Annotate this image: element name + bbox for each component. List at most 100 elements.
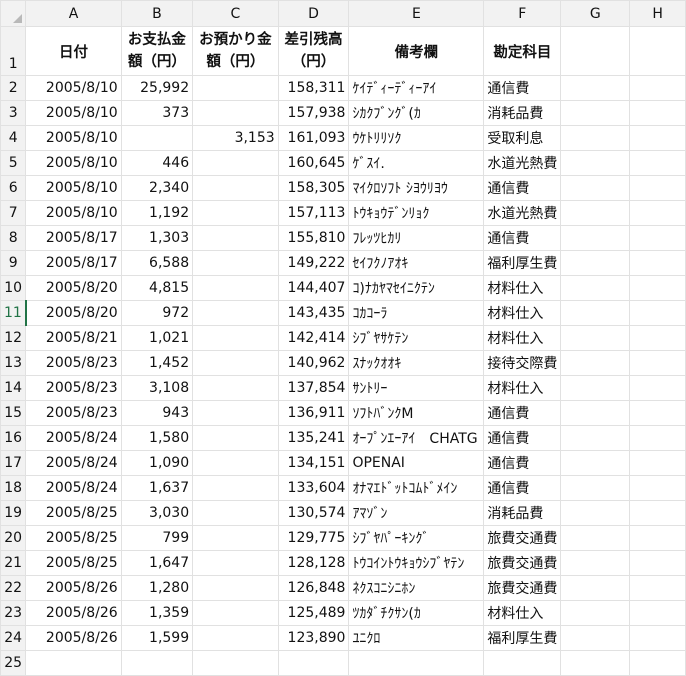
deposit-cell[interactable] <box>192 325 279 351</box>
cell[interactable] <box>560 100 631 126</box>
memo-cell[interactable]: ｻﾝﾄﾘｰ <box>348 375 485 401</box>
cell[interactable] <box>629 75 686 101</box>
cell[interactable] <box>629 400 686 426</box>
cell[interactable] <box>629 650 686 676</box>
cell[interactable] <box>629 325 686 351</box>
balance-cell[interactable]: 140,962 <box>277 350 350 376</box>
payment-cell[interactable]: 1,647 <box>120 550 194 576</box>
payment-cell[interactable]: 446 <box>120 150 194 176</box>
row-header[interactable]: 22 <box>0 575 27 601</box>
date-cell[interactable]: 2005/8/24 <box>25 425 122 451</box>
cell[interactable] <box>629 26 686 76</box>
memo-cell[interactable]: ﾄｳｺｲﾝﾄｳｷｮｳｼﾌﾞﾔﾃﾝ <box>348 550 485 576</box>
memo-cell[interactable]: ｿﾌﾄﾊﾞﾝｸM <box>348 400 485 426</box>
memo-cell[interactable]: ｺｶｺｰﾗ <box>348 300 485 326</box>
memo-cell[interactable]: ｺ)ﾅｶﾔﾏｾｲﾆｸﾃﾝ <box>348 275 485 301</box>
deposit-cell[interactable] <box>192 400 279 426</box>
cell[interactable] <box>560 400 631 426</box>
date-cell[interactable]: 2005/8/21 <box>25 325 122 351</box>
date-cell[interactable]: 2005/8/17 <box>25 225 122 251</box>
memo-cell[interactable]: ﾂｶﾀﾞﾁｸｻﾝ(ｶ <box>348 600 485 626</box>
date-cell[interactable]: 2005/8/10 <box>25 75 122 101</box>
cell[interactable] <box>629 375 686 401</box>
deposit-cell[interactable] <box>192 150 279 176</box>
cell[interactable] <box>629 150 686 176</box>
cell[interactable] <box>560 650 631 676</box>
account-cell[interactable]: 消耗品費 <box>483 100 562 126</box>
account-cell[interactable]: 水道光熱費 <box>483 200 562 226</box>
memo-cell[interactable]: ﾕﾆｸﾛ <box>348 625 485 651</box>
balance-cell[interactable]: 129,775 <box>277 525 350 551</box>
memo-cell[interactable]: ｼｶｸﾌﾞﾝｸﾞ(ｶ <box>348 100 485 126</box>
account-cell[interactable]: 水道光熱費 <box>483 150 562 176</box>
date-cell[interactable]: 2005/8/10 <box>25 125 122 151</box>
balance-cell[interactable]: 161,093 <box>277 125 350 151</box>
cell[interactable] <box>560 200 631 226</box>
row-header[interactable]: 10 <box>0 275 27 301</box>
balance-cell[interactable]: 158,311 <box>277 75 350 101</box>
column-header-b[interactable]: B <box>120 0 194 27</box>
header-balance[interactable]: 差引残高（円） <box>277 26 350 76</box>
account-cell[interactable]: 旅費交通費 <box>483 525 562 551</box>
cell[interactable] <box>629 425 686 451</box>
row-header[interactable]: 25 <box>0 650 27 676</box>
row-header[interactable]: 7 <box>0 200 27 226</box>
cell[interactable] <box>560 500 631 526</box>
row-header[interactable]: 5 <box>0 150 27 176</box>
cell[interactable] <box>629 450 686 476</box>
header-memo[interactable]: 備考欄 <box>348 26 485 76</box>
account-cell[interactable]: 材料仕入 <box>483 300 562 326</box>
cell[interactable] <box>629 550 686 576</box>
row-header[interactable]: 1 <box>0 26 27 76</box>
memo-cell[interactable]: ｱﾏｿﾞﾝ <box>348 500 485 526</box>
account-cell[interactable]: 通信費 <box>483 175 562 201</box>
deposit-cell[interactable] <box>192 100 279 126</box>
account-cell[interactable]: 通信費 <box>483 225 562 251</box>
cell[interactable] <box>629 475 686 501</box>
date-cell[interactable]: 2005/8/25 <box>25 550 122 576</box>
payment-cell[interactable]: 1,021 <box>120 325 194 351</box>
row-header[interactable]: 14 <box>0 375 27 401</box>
cell[interactable] <box>560 350 631 376</box>
column-header-h[interactable]: H <box>629 0 686 27</box>
date-cell[interactable]: 2005/8/26 <box>25 575 122 601</box>
payment-cell[interactable]: 1,280 <box>120 575 194 601</box>
account-cell[interactable]: 材料仕入 <box>483 275 562 301</box>
row-header[interactable]: 9 <box>0 250 27 276</box>
account-cell[interactable]: 旅費交通費 <box>483 575 562 601</box>
row-header[interactable]: 2 <box>0 75 27 101</box>
row-header[interactable]: 15 <box>0 400 27 426</box>
deposit-cell[interactable] <box>192 200 279 226</box>
deposit-cell[interactable] <box>192 225 279 251</box>
payment-cell[interactable]: 1,303 <box>120 225 194 251</box>
memo-cell[interactable]: ﾏｲｸﾛｿﾌﾄ ｼﾖｳﾘﾖｳ <box>348 175 485 201</box>
row-header[interactable]: 4 <box>0 125 27 151</box>
payment-cell[interactable]: 3,030 <box>120 500 194 526</box>
row-header[interactable]: 17 <box>0 450 27 476</box>
balance-cell[interactable]: 160,645 <box>277 150 350 176</box>
cell[interactable] <box>560 450 631 476</box>
header-payment[interactable]: お支払金額（円） <box>120 26 194 76</box>
balance-cell[interactable]: 126,848 <box>277 575 350 601</box>
memo-cell[interactable]: ｼﾌﾞﾔｻｹﾃﾝ <box>348 325 485 351</box>
deposit-cell[interactable] <box>192 600 279 626</box>
balance-cell[interactable]: 157,938 <box>277 100 350 126</box>
payment-cell[interactable]: 1,599 <box>120 625 194 651</box>
payment-cell[interactable]: 4,815 <box>120 275 194 301</box>
account-cell[interactable]: 接待交際費 <box>483 350 562 376</box>
date-cell[interactable]: 2005/8/26 <box>25 600 122 626</box>
balance-cell[interactable]: 136,911 <box>277 400 350 426</box>
cell[interactable] <box>192 650 279 676</box>
header-deposit[interactable]: お預かり金額（円） <box>192 26 279 76</box>
date-cell[interactable]: 2005/8/20 <box>25 300 122 326</box>
cell[interactable] <box>560 550 631 576</box>
date-cell[interactable]: 2005/8/10 <box>25 200 122 226</box>
payment-cell[interactable]: 6,588 <box>120 250 194 276</box>
row-header[interactable]: 11 <box>0 300 27 326</box>
deposit-cell[interactable] <box>192 575 279 601</box>
balance-cell[interactable]: 155,810 <box>277 225 350 251</box>
column-header-g[interactable]: G <box>560 0 631 27</box>
row-header[interactable]: 16 <box>0 425 27 451</box>
account-cell[interactable]: 受取利息 <box>483 125 562 151</box>
cell[interactable] <box>560 275 631 301</box>
